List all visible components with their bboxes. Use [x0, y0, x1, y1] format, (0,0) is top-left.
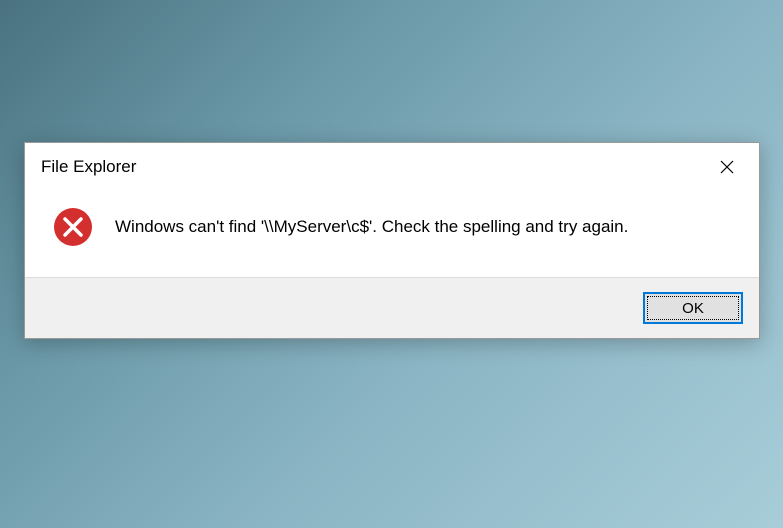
dialog-content: Windows can't find '\\MyServer\c$'. Chec…: [25, 187, 759, 277]
dialog-button-row: OK: [25, 277, 759, 338]
close-button[interactable]: [709, 153, 745, 181]
error-icon: [53, 207, 93, 247]
error-dialog: File Explorer Windows can't find '\\MySe…: [24, 142, 760, 339]
ok-button[interactable]: OK: [643, 292, 743, 324]
error-message: Windows can't find '\\MyServer\c$'. Chec…: [115, 216, 628, 238]
dialog-titlebar: File Explorer: [25, 143, 759, 187]
close-icon: [720, 160, 734, 174]
dialog-title: File Explorer: [41, 157, 136, 177]
